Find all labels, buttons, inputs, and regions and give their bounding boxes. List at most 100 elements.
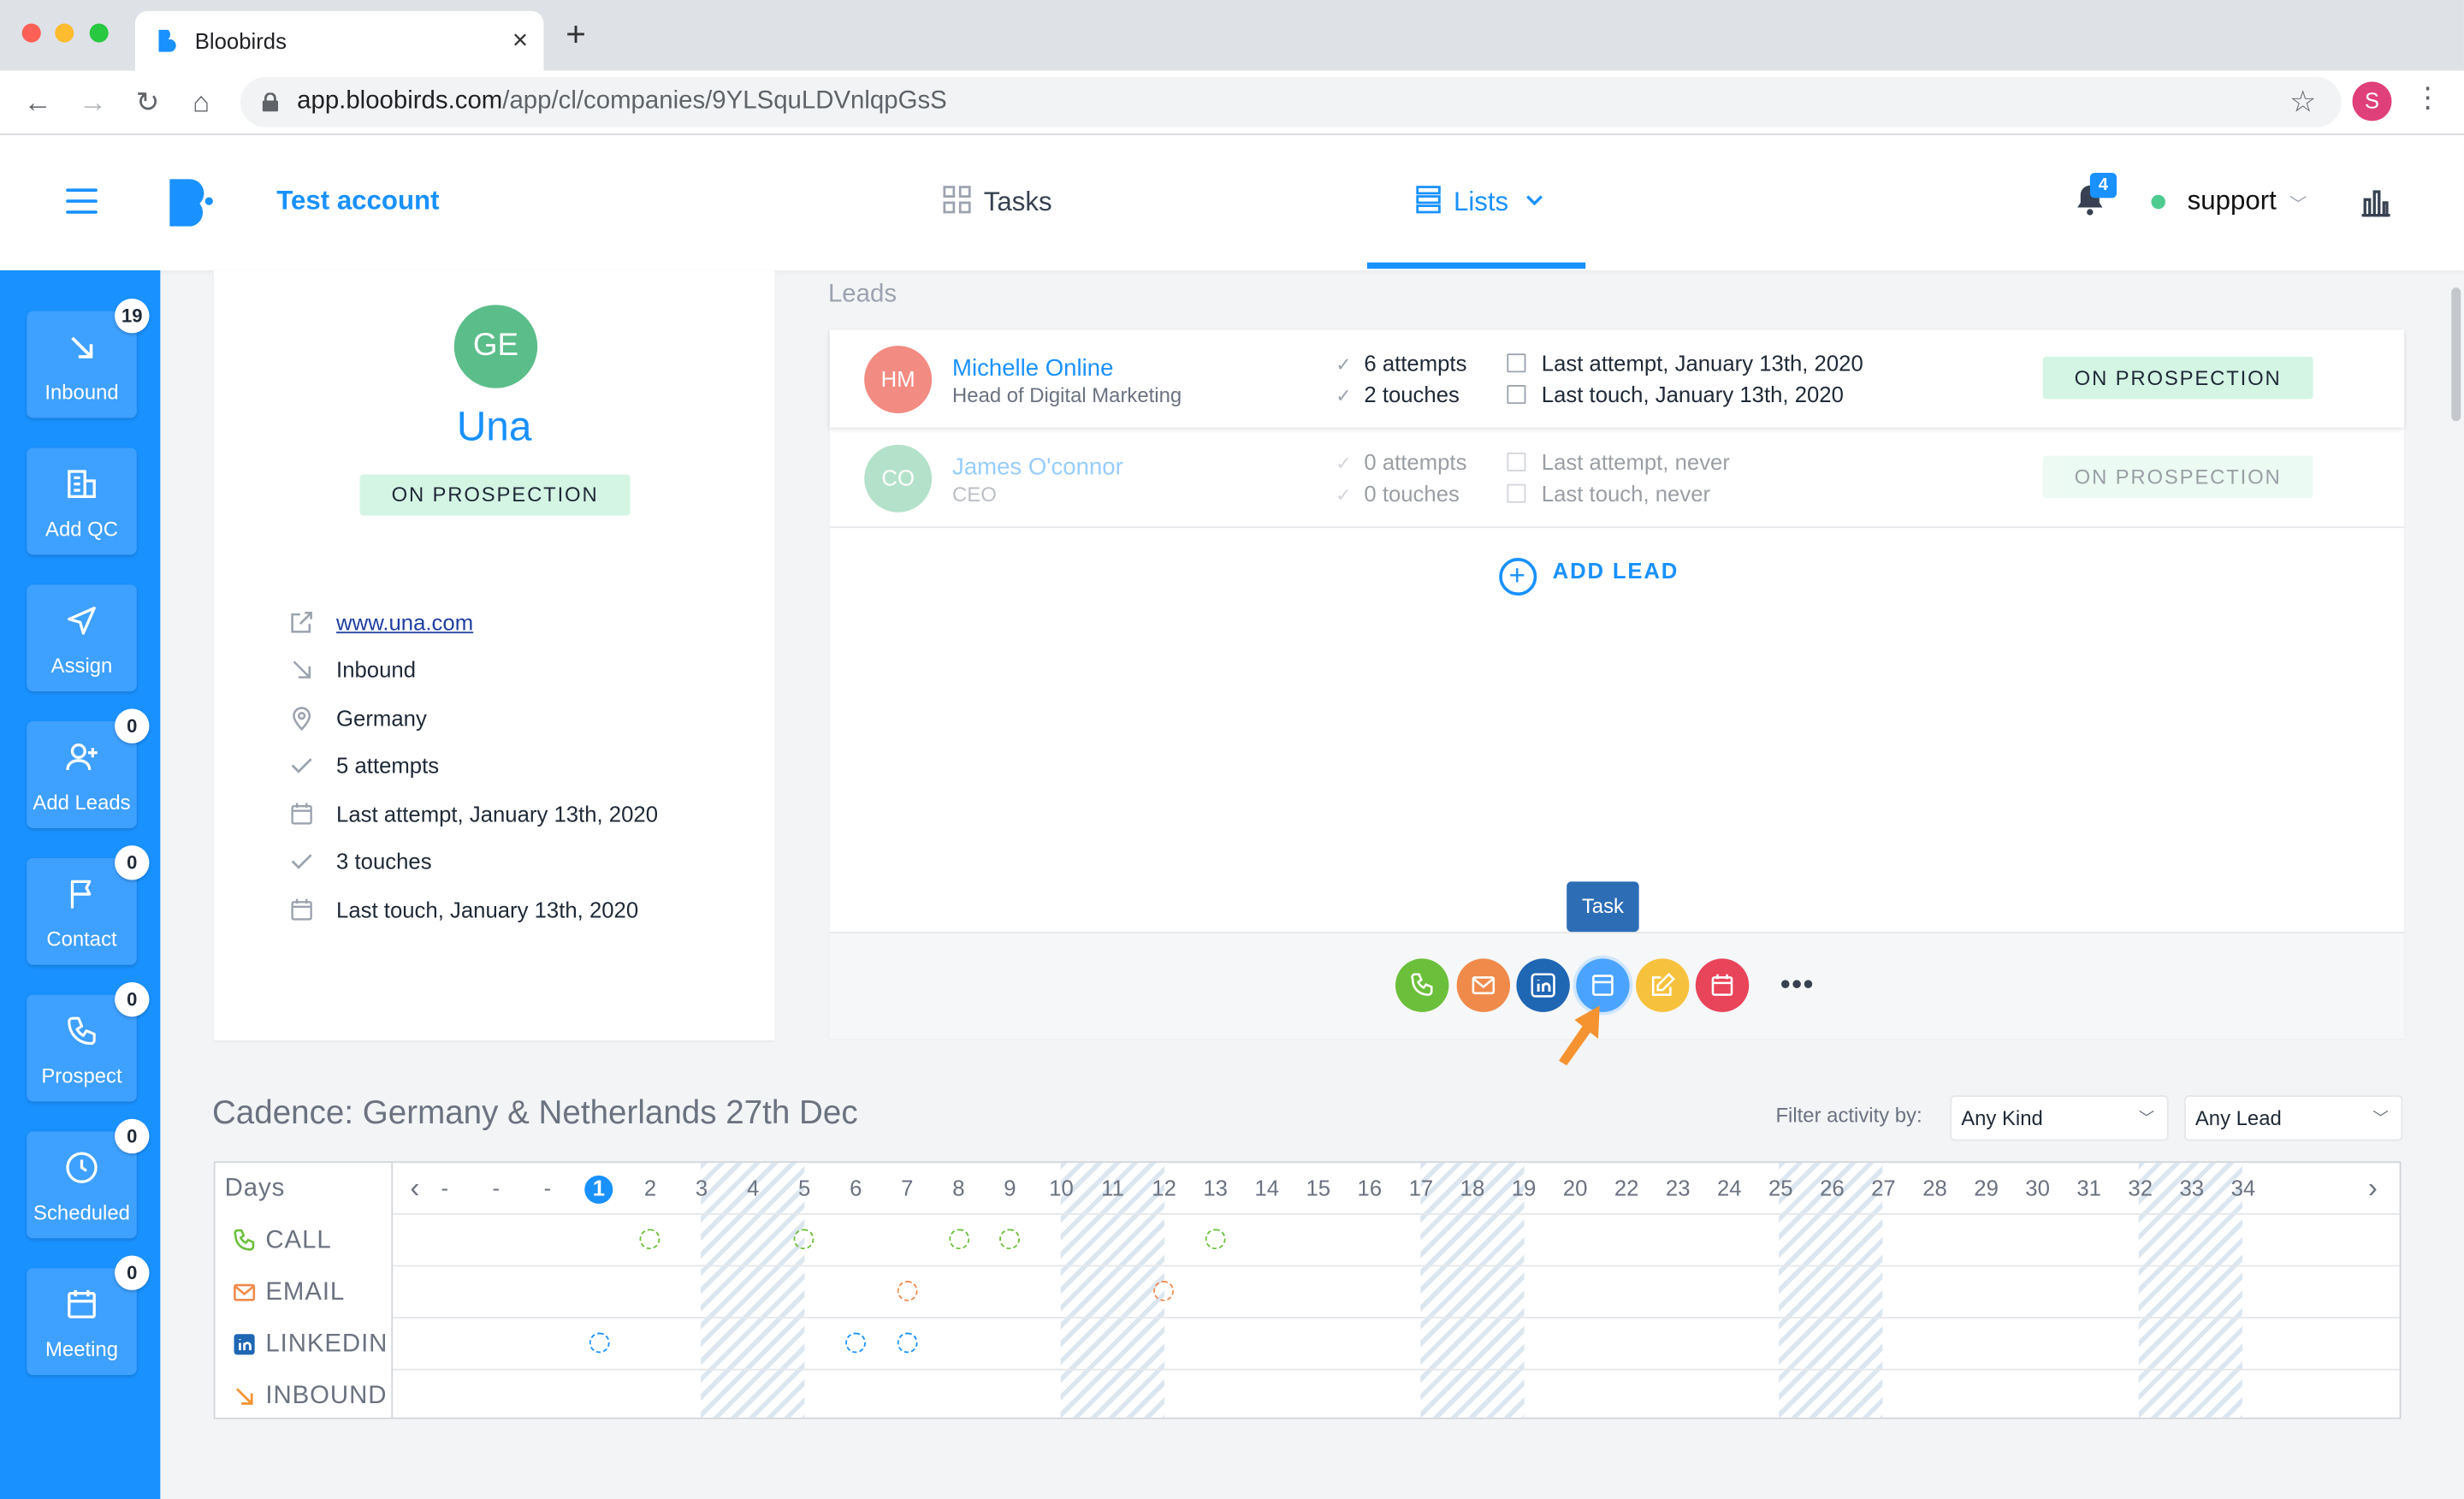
days-header-label: Days [215,1163,394,1215]
day-label: 16 [1357,1175,1383,1201]
lead-last-touch-text: Last touch, January 13th, 2020 [1541,382,1844,407]
account-name[interactable]: Test account [276,186,439,217]
email-activity-marker[interactable] [1153,1280,1175,1301]
call-activity-marker[interactable] [948,1229,969,1250]
row-divider [215,1265,2400,1267]
cadence-row-label: LINKEDIN [265,1330,388,1358]
add-lead-label: ADD LEAD [1552,558,1679,584]
nav-lists[interactable]: Lists [1416,186,1543,219]
action-sidebar: Inbound 19 Add QC Assign Add Leads 0 Con… [0,270,161,1499]
call-activity-marker[interactable] [794,1229,815,1250]
meeting-action-button[interactable] [1695,958,1750,1012]
day-label: 26 [1820,1175,1845,1201]
lead-name[interactable]: James O'connor [952,454,1123,481]
address-bar[interactable]: app.bloobirds.com/app/cl/companies/9YLSq… [240,76,2342,127]
company-name[interactable]: Una [214,402,775,451]
page-scrollbar[interactable] [2451,287,2461,422]
call-activity-marker[interactable] [640,1229,660,1250]
filter-lead-select[interactable]: Any Lead ﹀ [2184,1095,2403,1141]
lead-row[interactable]: CO James O'connor CEO ✓ 0 attempts ✓ 0 tou… [830,429,2404,526]
linkedin-activity-marker[interactable] [897,1332,918,1354]
lead-row[interactable]: HM Michelle Online Head of Digital Marke… [829,329,2405,428]
close-window-button[interactable] [21,23,41,43]
more-actions-icon[interactable]: ••• [1780,968,1815,1001]
day-label: 25 [1768,1175,1793,1201]
note-action-button[interactable] [1636,958,1690,1012]
sidebar-inbound-button[interactable]: Inbound 19 [27,298,150,418]
browser-tab[interactable]: Bloobirds × [134,10,544,71]
day-label: 14 [1254,1175,1280,1201]
lead-status-badge[interactable]: ON PROSPECTION [2042,356,2313,400]
nav-tasks-label: Tasks [983,187,1052,217]
calendar-icon [291,898,312,921]
company-last-attempt: Last attempt, January 13th, 2020 [336,801,659,827]
weekend-column [1779,1163,1883,1418]
cadence-next-icon[interactable]: › [2368,1172,2378,1206]
minimize-window-button[interactable] [55,23,74,43]
lead-status-badge[interactable]: ON PROSPECTION [2042,455,2313,499]
day-label: 28 [1922,1175,1947,1201]
day-label: 32 [2128,1175,2153,1201]
days-label: Days [224,1175,286,1203]
check-icon [291,854,312,869]
sidebar-assign-button[interactable]: Assign [27,584,137,692]
email-activity-marker[interactable] [897,1280,918,1301]
add-lead-button[interactable]: + ADD LEAD [1499,558,1679,596]
meeting-count-badge: 0 [115,1255,150,1290]
send-icon [68,607,96,635]
user-menu[interactable]: support [2188,186,2277,217]
call-activity-marker[interactable] [999,1229,1021,1250]
reload-icon[interactable]: ↻ [129,83,167,121]
day-label: 2 [643,1175,657,1201]
sidebar-add-qc-button[interactable]: Add QC [27,447,137,555]
user-chevron-down-icon[interactable]: ﹀ [2289,192,2307,216]
tab-title: Bloobirds [194,28,287,54]
filter-kind-select[interactable]: Any Kind ﹀ [1950,1095,2169,1141]
linkedin-activity-marker[interactable] [845,1332,867,1354]
forward-icon[interactable]: → [74,83,111,121]
day-label: 10 [1049,1175,1074,1201]
browser-menu-icon[interactable]: ⋮ [2414,82,2442,116]
back-icon[interactable]: ← [19,83,56,121]
email-action-button[interactable] [1456,958,1511,1012]
sidebar-prospect-button[interactable]: Prospect 0 [27,981,150,1102]
bar-chart-icon[interactable] [2360,188,2392,217]
sidebar-item-label: Inbound [44,380,119,405]
weekend-column [1060,1163,1164,1418]
sidebar-scheduled-button[interactable]: Scheduled 0 [27,1118,150,1239]
lead-name[interactable]: Michelle Online [952,355,1113,382]
cadence-prev-icon[interactable]: ‹ [410,1172,419,1206]
activity-actions-bar: ••• [829,932,2405,1040]
calendar-icon [1507,384,1526,405]
task-icon [1592,975,1614,996]
home-icon[interactable]: ⌂ [182,83,220,121]
url-path: /app/cl/companies/9YLSquLDVnlqpGsS [502,87,947,116]
bookmark-star-icon[interactable]: ☆ [2289,85,2316,121]
sidebar-meeting-button[interactable]: Meeting 0 [27,1255,150,1376]
sidebar-add-leads-button[interactable]: Add Leads 0 [27,708,150,828]
browser-toolbar: ← → ↻ ⌂ app.bloobirds.com/app/cl/compani… [0,70,2464,135]
lead-avatar: HM [864,346,933,414]
company-status-badge[interactable]: ON PROSPECTION [359,474,631,516]
sidebar-contact-button[interactable]: Contact 0 [27,845,150,965]
new-tab-icon[interactable]: + [566,16,586,51]
lock-icon [262,92,279,112]
linkedin-activity-marker[interactable] [589,1332,609,1354]
call-activity-marker[interactable] [1205,1229,1226,1250]
leads-section-title: Leads [827,281,897,308]
profile-avatar[interactable]: S [2352,81,2392,121]
day-label: 6 [850,1175,862,1201]
nav-tasks[interactable]: Tasks [943,186,1052,219]
phone-icon [234,1229,255,1251]
maximize-window-button[interactable] [89,23,109,43]
call-action-button[interactable] [1395,958,1449,1012]
tab-close-icon[interactable]: × [512,25,528,56]
company-website-link[interactable]: www.una.com [336,610,473,635]
bloobirds-logo[interactable] [167,176,217,229]
hamburger-menu-icon[interactable] [66,188,98,214]
phone-icon [68,1016,96,1046]
filter-kind-value: Any Kind [1961,1106,2043,1130]
lead-last-touch-text: Last touch, never [1541,481,1711,507]
map-pin-icon [293,707,311,732]
day-label: 29 [1974,1175,1999,1201]
